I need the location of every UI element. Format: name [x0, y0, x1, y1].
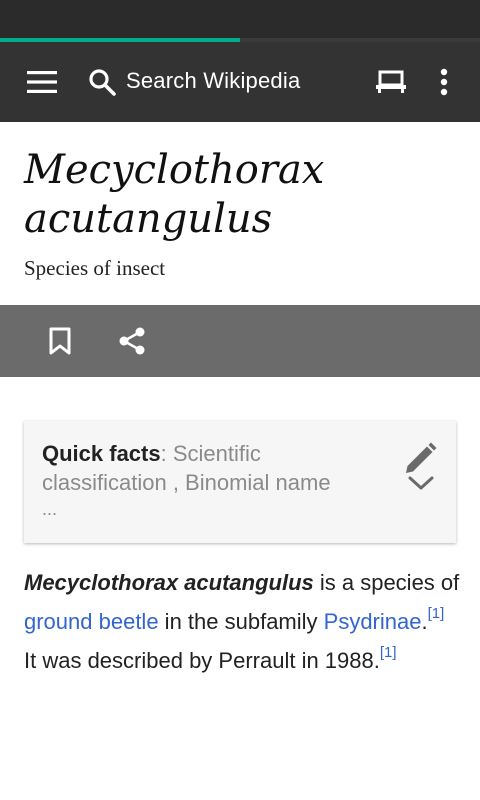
link-ground-beetle[interactable]: ground beetle	[24, 609, 159, 634]
quick-facts-separator: :	[160, 441, 173, 466]
quick-facts-ellipsis: ...	[42, 499, 58, 519]
paragraph-text: is a species of	[313, 570, 460, 595]
quick-facts-label: Quick facts	[42, 441, 161, 466]
hamburger-menu-icon[interactable]	[22, 62, 62, 102]
search-input[interactable]: Search Wikipedia	[126, 68, 300, 94]
article-header: Mecyclothorax acutangulus Species of ins…	[0, 122, 480, 305]
article-action-bar	[0, 305, 480, 377]
paragraph-text: It was described by Perrault in 1988.	[24, 648, 380, 673]
reference-link[interactable]: [1]	[380, 644, 397, 661]
article-lead-paragraph: Mecyclothorax acutangulus is a species o…	[24, 563, 460, 680]
tabs-icon[interactable]	[370, 62, 412, 102]
paragraph-text: in the subfamily	[158, 609, 324, 634]
page-title: Mecyclothorax acutangulus	[24, 147, 325, 242]
more-vert-icon[interactable]	[428, 62, 460, 102]
share-icon[interactable]	[114, 323, 150, 359]
quick-facts-card[interactable]: Quick facts: Scientific classification ,…	[24, 421, 456, 543]
status-bar	[0, 0, 480, 38]
bookmark-icon[interactable]	[42, 323, 78, 359]
quick-facts-text: Quick facts: Scientific classification ,…	[42, 439, 382, 521]
page-description: Species of insect	[24, 256, 166, 280]
species-name: Mecyclothorax acutangulus	[24, 570, 314, 595]
top-toolbar: Search Wikipedia	[0, 42, 480, 122]
reference-link[interactable]: [1]	[428, 605, 445, 622]
chevron-down-icon[interactable]	[406, 473, 436, 493]
search-icon[interactable]	[84, 62, 120, 102]
link-psydrinae[interactable]: Psydrinae	[324, 609, 422, 634]
